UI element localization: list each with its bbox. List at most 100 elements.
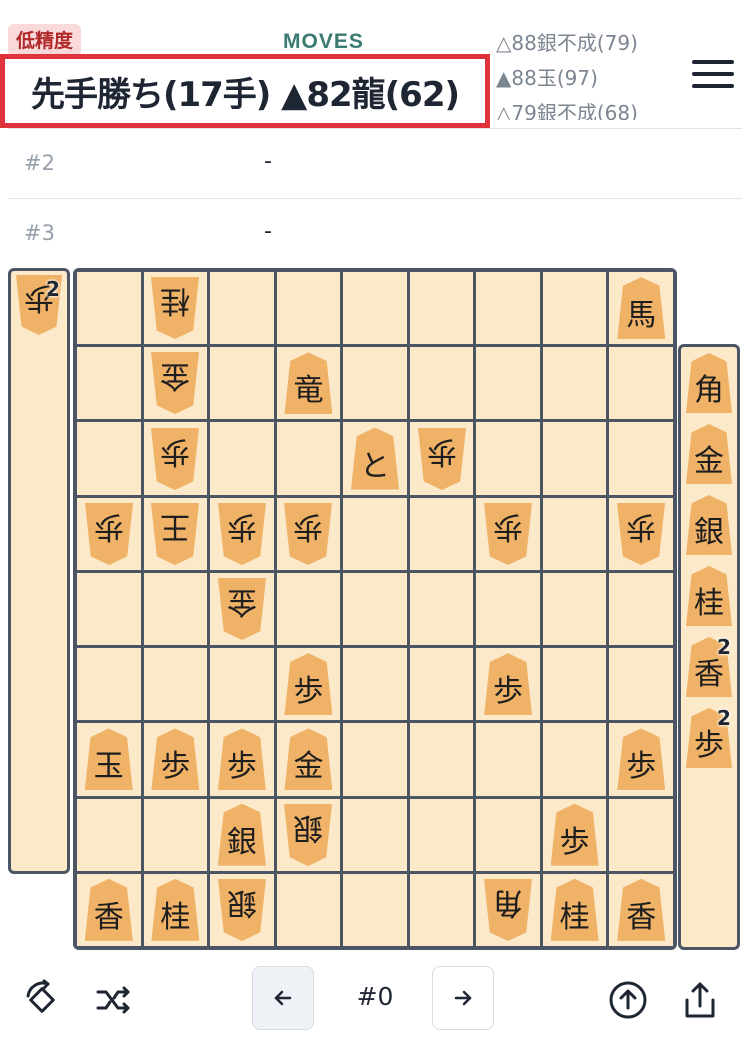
gote-piece[interactable]: 王 — [151, 503, 199, 565]
gote-piece[interactable]: 歩 — [284, 503, 332, 565]
board-cell[interactable] — [609, 422, 673, 495]
board-cell[interactable] — [343, 873, 407, 946]
board-cell[interactable] — [276, 873, 341, 946]
board-cell[interactable]: 金 — [143, 347, 208, 420]
board-cell[interactable]: 歩 — [476, 497, 540, 570]
board-cell[interactable] — [343, 572, 407, 646]
sente-piece[interactable]: 歩 — [217, 728, 266, 791]
variation-row[interactable]: #2 - — [8, 128, 742, 199]
board-cell[interactable]: 歩 — [542, 798, 607, 871]
board-cell[interactable] — [409, 798, 474, 871]
sente-piece[interactable]: 歩 — [151, 728, 200, 791]
board-cell[interactable]: 金 — [210, 572, 274, 646]
sente-piece[interactable]: 歩 — [550, 803, 599, 866]
board-cell[interactable]: 歩 — [276, 497, 341, 570]
board-cell[interactable] — [276, 572, 341, 646]
board-cell[interactable] — [210, 422, 274, 495]
share-button[interactable] — [678, 978, 722, 1022]
next-move-button[interactable] — [432, 966, 494, 1030]
board-cell[interactable] — [609, 648, 673, 721]
board-cell[interactable]: 歩 — [476, 648, 540, 721]
gote-piece[interactable]: 銀 — [284, 804, 332, 866]
board-cell[interactable] — [409, 497, 474, 570]
sente-hand-piece[interactable]: 金 — [686, 424, 732, 484]
sente-hand-piece[interactable]: 角 — [686, 353, 732, 413]
history-item[interactable]: ▲88玉(97) — [496, 61, 671, 96]
board-cell[interactable] — [476, 798, 540, 871]
board-cell[interactable] — [276, 422, 341, 495]
gote-piece[interactable]: 歩 — [418, 428, 466, 490]
board-cell[interactable]: 歩 — [143, 723, 208, 796]
board-cell[interactable] — [77, 347, 141, 420]
board-cell[interactable]: 王 — [143, 497, 208, 570]
board-cell[interactable] — [409, 347, 474, 420]
board-cell[interactable] — [343, 723, 407, 796]
board-cell[interactable] — [609, 798, 673, 871]
gote-hand[interactable]: 歩2 — [8, 268, 70, 874]
gote-piece[interactable]: 銀 — [218, 879, 266, 941]
board-cell[interactable] — [77, 648, 141, 721]
board-cell[interactable]: 金 — [276, 723, 341, 796]
sente-piece[interactable]: 香 — [84, 878, 133, 941]
board-cell[interactable] — [409, 723, 474, 796]
board-cell[interactable]: 歩 — [276, 648, 341, 721]
sente-hand-piece[interactable]: 桂 — [686, 566, 732, 626]
menu-button[interactable] — [690, 56, 736, 92]
board-cell[interactable] — [542, 422, 607, 495]
sente-hand[interactable]: 角金銀桂香2歩2 — [678, 344, 740, 950]
board-cell[interactable]: 歩 — [609, 723, 673, 796]
board-cell[interactable] — [210, 347, 274, 420]
board-cell[interactable]: 歩 — [143, 422, 208, 495]
board-cell[interactable]: 銀 — [210, 873, 274, 946]
board-cell[interactable]: 香 — [609, 873, 673, 946]
board-cell[interactable] — [409, 572, 474, 646]
board-cell[interactable] — [77, 422, 141, 495]
sente-piece[interactable]: 歩 — [617, 728, 666, 791]
sente-piece[interactable]: 香 — [617, 878, 666, 941]
board-cell[interactable] — [343, 272, 407, 345]
sente-hand-piece[interactable]: 銀 — [686, 495, 732, 555]
gote-piece[interactable]: 歩 — [617, 503, 665, 565]
board-cell[interactable] — [343, 648, 407, 721]
board-cell[interactable] — [476, 422, 540, 495]
board-cell[interactable] — [542, 272, 607, 345]
gote-piece[interactable]: 金 — [151, 352, 199, 414]
board-cell[interactable]: 馬 — [609, 272, 673, 345]
board-cell[interactable] — [409, 873, 474, 946]
history-item[interactable]: △88銀不成(79) — [496, 26, 671, 61]
board-cell[interactable]: 歩 — [609, 497, 673, 570]
board-cell[interactable] — [476, 272, 540, 345]
board-cell[interactable]: 歩 — [409, 422, 474, 495]
move-history[interactable]: △88銀不成(79) ▲88玉(97) △79銀不成(68) — [496, 26, 671, 120]
board-cell[interactable] — [143, 798, 208, 871]
board-cell[interactable]: 角 — [476, 873, 540, 946]
board-cell[interactable]: 桂 — [542, 873, 607, 946]
board-cell[interactable] — [343, 798, 407, 871]
board-cell[interactable]: 桂 — [143, 272, 208, 345]
upload-button[interactable] — [606, 978, 650, 1022]
sente-piece[interactable]: 歩 — [284, 653, 333, 716]
board-cell[interactable] — [542, 648, 607, 721]
board-cell[interactable]: 桂 — [143, 873, 208, 946]
rotate-board-button[interactable] — [20, 978, 64, 1022]
board-cell[interactable]: 竜 — [276, 347, 341, 420]
board-cell[interactable]: 玉 — [77, 723, 141, 796]
sente-piece[interactable]: 竜 — [284, 352, 333, 415]
board-cell[interactable] — [542, 572, 607, 646]
board-cell[interactable] — [343, 497, 407, 570]
board-cell[interactable] — [77, 798, 141, 871]
board-cell[interactable]: と — [343, 422, 407, 495]
gote-piece[interactable]: 歩 — [85, 503, 133, 565]
sente-piece[interactable]: 馬 — [617, 277, 666, 340]
board-cell[interactable] — [542, 723, 607, 796]
board-cell[interactable] — [143, 572, 208, 646]
gote-piece[interactable]: 歩 — [151, 428, 199, 490]
board-cell[interactable] — [476, 723, 540, 796]
shuffle-button[interactable] — [92, 978, 136, 1022]
board-cell[interactable] — [276, 272, 341, 345]
board-cell[interactable]: 歩 — [210, 723, 274, 796]
board-cell[interactable] — [77, 272, 141, 345]
sente-piece[interactable]: 金 — [284, 728, 333, 791]
gote-piece[interactable]: 歩 — [218, 503, 266, 565]
prev-move-button[interactable] — [252, 966, 314, 1030]
